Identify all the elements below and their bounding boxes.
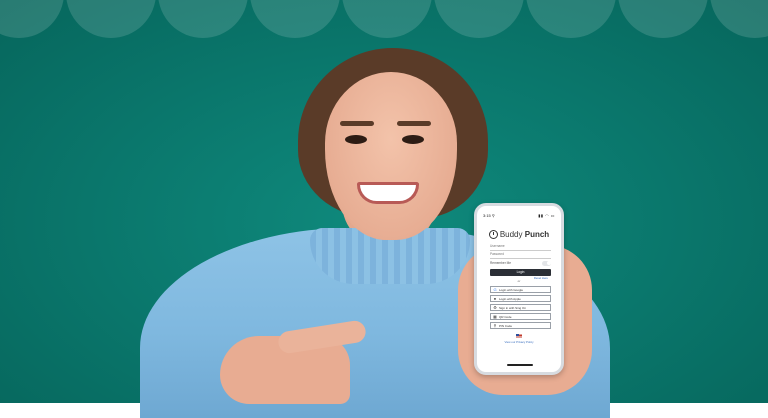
password-field[interactable]: Password [490,251,551,259]
sso-label: Sign in with Sing On [499,305,527,310]
eye-right [402,135,424,144]
stopwatch-icon [488,229,498,239]
smiling-woman [0,0,768,418]
smile [357,182,419,204]
login-with-google-button[interactable]: G Login with Google [490,286,551,293]
login-button[interactable]: Login [490,269,551,276]
or-divider: or [517,279,521,283]
home-indicator [507,364,533,366]
privacy-policy-link[interactable]: View our Privacy Policy [477,340,561,344]
sso-label: Login with Google [499,287,524,292]
logo-word-1: Buddy [499,229,523,239]
apple-icon: ● [493,295,497,301]
us-flag-icon[interactable] [516,334,522,338]
remember-me-label: Remember Me [490,261,512,265]
google-icon: G [493,286,497,292]
remember-me-toggle[interactable] [542,260,551,266]
sso-label: PIN Code [499,323,513,328]
pin-code-button[interactable]: ⚲ PIN Code [490,322,551,329]
remember-me-row[interactable]: Remember Me [490,259,551,267]
sso-icon: ⚙ [493,304,497,310]
smartphone: 3:15 ⚲ ▮▮ ◠ ▭ Buddy Punch Username Passw… [474,203,564,375]
eyebrow-left [340,121,374,126]
eye-left [345,135,367,144]
status-icons: ▮▮ ◠ ▭ [538,212,555,218]
logo-word-2: Punch [524,229,550,239]
face [325,72,457,240]
login-with-apple-button[interactable]: ● Login with Apple [490,295,551,302]
sso-label: Login with Apple [499,296,521,301]
pin-icon: ⚲ [493,322,497,328]
qr-code-button[interactable]: ▦ QR Code [490,313,551,320]
qr-code-icon: ▦ [493,313,497,319]
sign-in-sso-button[interactable]: ⚙ Sign in with Sing On [490,304,551,311]
status-time: 3:15 ⚲ [483,212,495,218]
buddy-punch-logo: Buddy Punch [477,226,561,242]
phone-status-bar: 3:15 ⚲ ▮▮ ◠ ▭ [483,211,555,219]
username-field[interactable]: Username [490,243,551,251]
sso-label: QR Code [499,314,512,319]
eyebrow-right [397,121,431,126]
